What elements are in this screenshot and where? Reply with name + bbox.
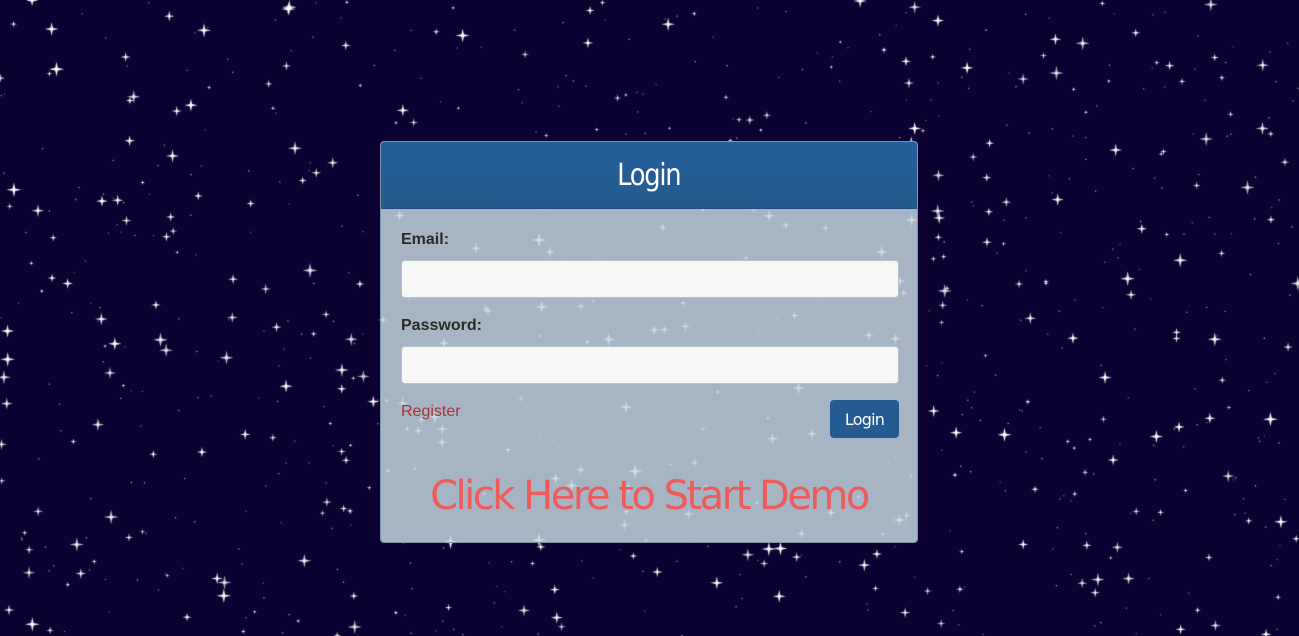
register-link[interactable]: Register [401,403,461,421]
page-title: Login [617,157,681,193]
email-label: Email: [401,231,450,248]
login-button[interactable]: Login [830,400,899,438]
login-panel: Login Email: Password: Register Login Cl… [380,141,918,543]
login-panel-header: Login [381,142,917,209]
start-demo-link[interactable]: Click Here to Start Demo [381,472,917,520]
email-input[interactable] [401,260,899,298]
password-input[interactable] [401,346,899,384]
password-label: Password: [401,317,482,334]
